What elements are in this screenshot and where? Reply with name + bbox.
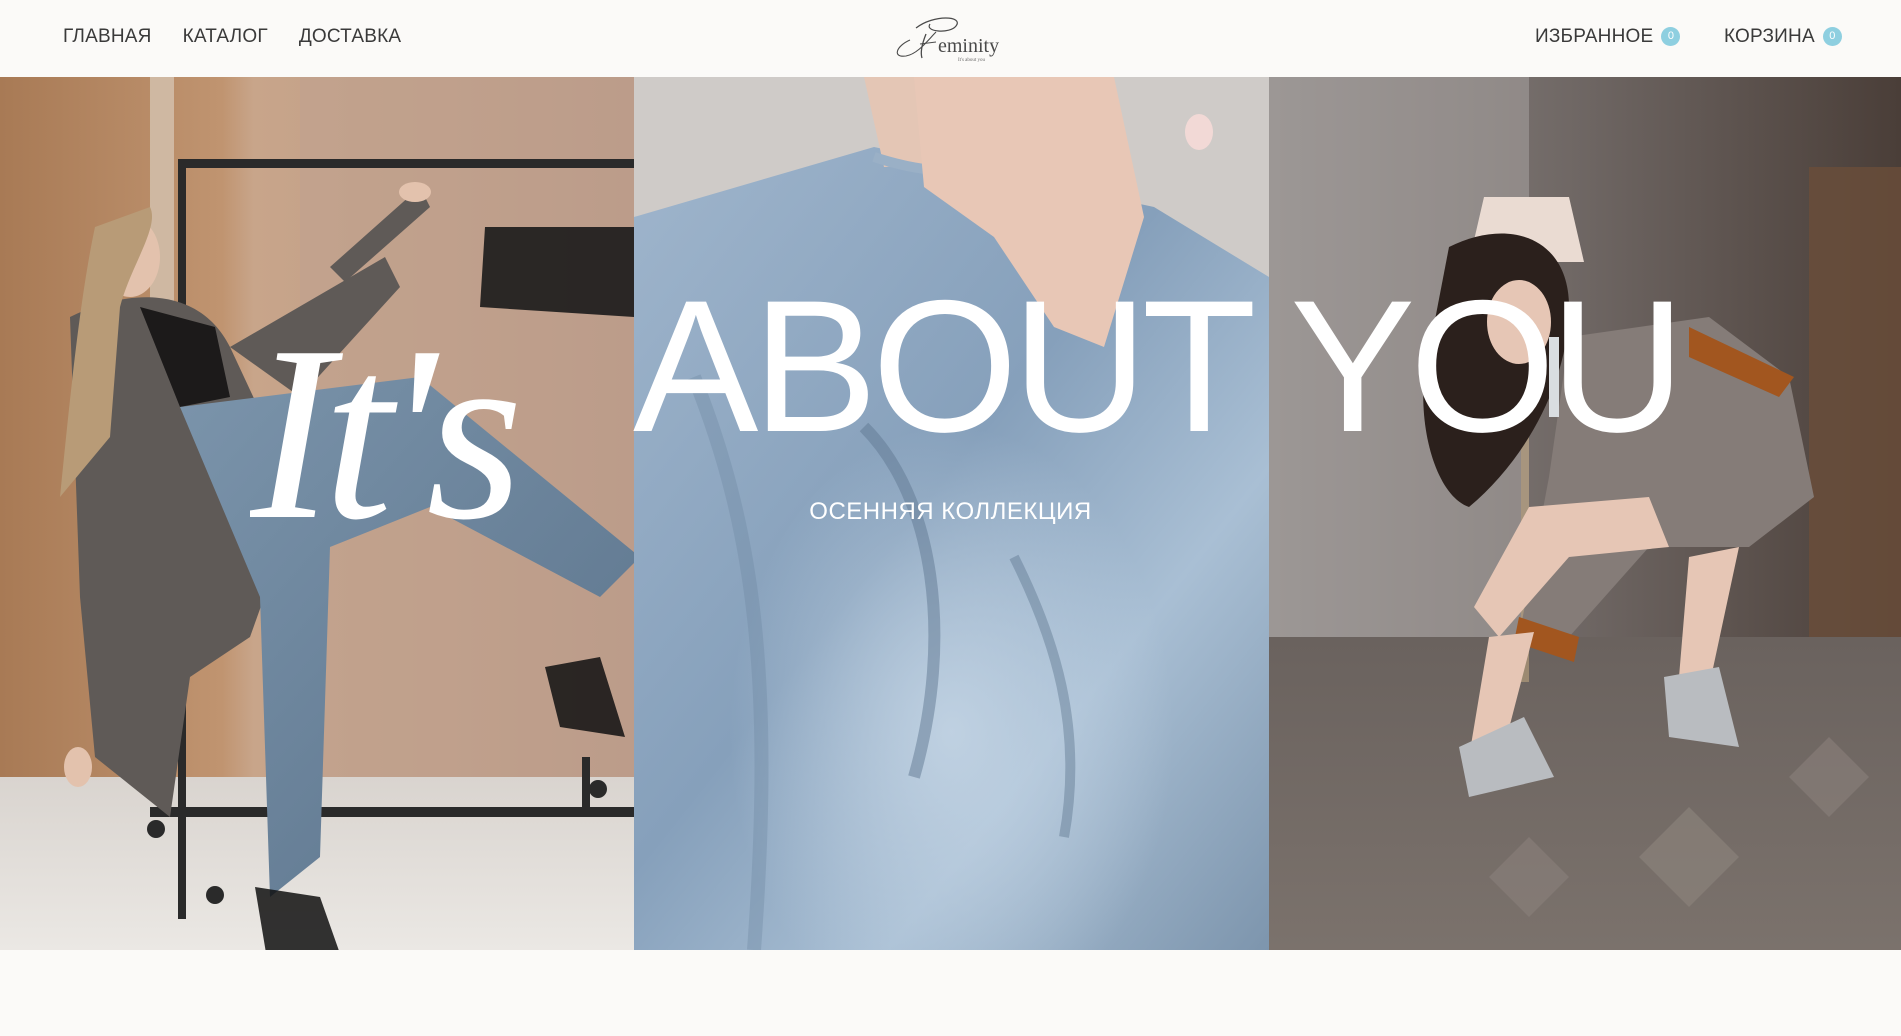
- page-bottom-strip: [0, 950, 1901, 1036]
- logo-wordmark: eminity: [938, 35, 999, 57]
- logo-tagline: It's about you: [958, 58, 986, 63]
- nav-home-link[interactable]: ГЛАВНАЯ: [63, 26, 152, 48]
- site-header: ГЛАВНАЯ КАТАЛОГ ДОСТАВКА eminity It's ab…: [0, 0, 1901, 77]
- nav-delivery-link[interactable]: ДОСТАВКА: [299, 26, 401, 48]
- favorites-label: ИЗБРАННОЕ: [1535, 26, 1654, 47]
- nav-catalog-link[interactable]: КАТАЛОГ: [183, 26, 268, 48]
- cart-link[interactable]: КОРЗИНА 0: [1724, 26, 1842, 48]
- hero-banner: It's ABOUT YOU ОСЕННЯЯ КОЛЛЕКЦИЯ: [0, 77, 1901, 950]
- cart-label: КОРЗИНА: [1724, 26, 1815, 47]
- autumn-collection-link[interactable]: ОСЕННЯЯ КОЛЛЕКЦИЯ: [0, 498, 1901, 526]
- favorites-count-badge: 0: [1661, 26, 1681, 46]
- cart-count-badge: 0: [1822, 26, 1842, 46]
- favorites-link[interactable]: ИЗБРАННОЕ 0: [1535, 26, 1681, 48]
- main-nav: ГЛАВНАЯ КАТАЛОГ ДОСТАВКА: [63, 26, 401, 48]
- feminity-logo[interactable]: eminity It's about you: [886, 10, 1016, 66]
